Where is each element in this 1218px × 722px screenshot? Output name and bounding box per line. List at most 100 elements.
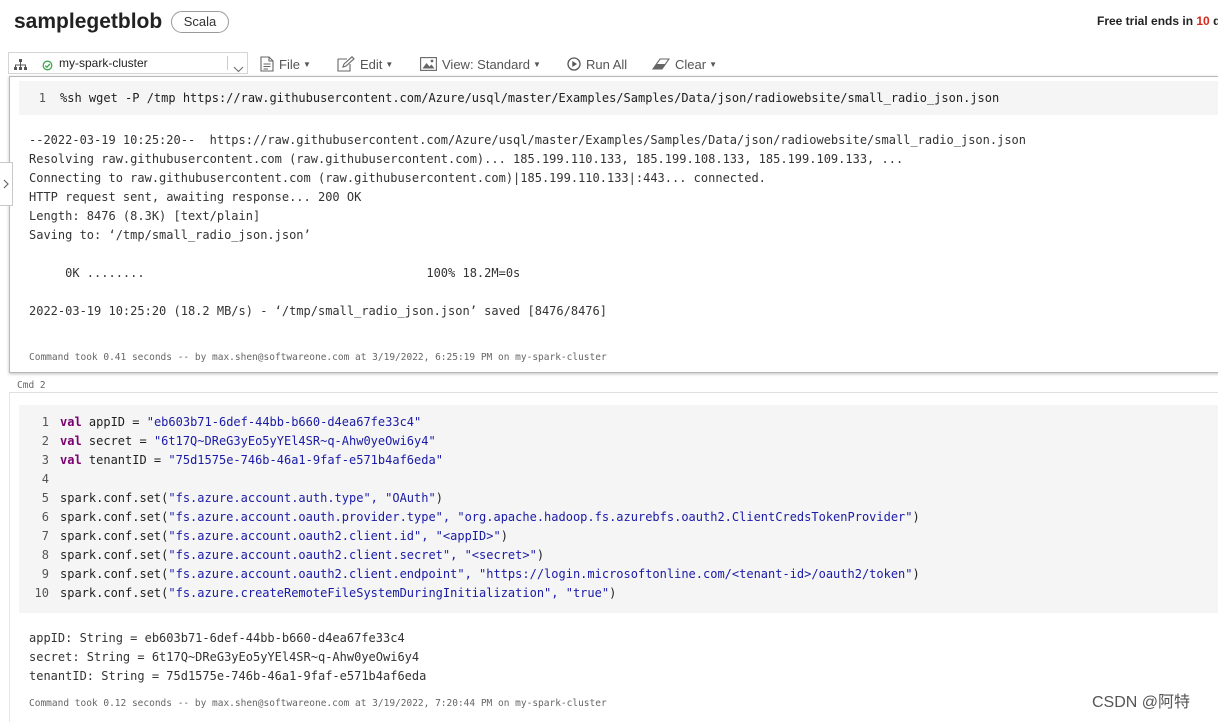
view-menu-label: View: Standard [442,56,530,72]
string-literal: "fs.azure.account.oauth2.client.secret",… [168,548,537,562]
code-editor-1[interactable]: 1 %sh wget -P /tmp https://raw.githubuser… [19,81,1218,115]
line-number: 9 [41,567,49,581]
run-all-label: Run All [586,56,628,72]
code-token: spark.conf.set( [60,548,169,562]
code-token: spark.conf.set( [60,491,169,505]
cluster-name: my-spark-cluster [59,56,148,70]
edit-menu-label: Edit [360,56,383,72]
line-number: 4 [41,472,49,486]
trial-days: 10 [1196,14,1210,28]
caret-down-icon: ▼ [532,59,541,69]
line-number: 7 [41,529,49,543]
code-token: spark.conf.set( [60,529,169,543]
code-text: val appID = "eb603b71-6def-44bb-b660-d4e… [60,413,421,432]
line-number: 5 [41,491,49,505]
keyword: val [60,453,82,467]
cmd-label: Cmd 2 [17,380,46,391]
notebook-title[interactable]: samplegetblob [14,10,162,34]
output-line: --2022-03-19 10:25:20-- https://raw.gith… [29,133,1026,147]
trial-suffix: d [1213,14,1218,28]
caret-down-icon: ▼ [709,59,717,69]
line-number: 3 [41,453,49,467]
edit-menu[interactable]: Edit ▼ [337,55,393,73]
csdn-watermark: CSDN @阿特 [1092,694,1191,711]
output-line: appID: String = eb603b71-6def-44bb-b660-… [29,631,405,645]
code-text: %sh wget -P /tmp https://raw.githubuserc… [60,91,1000,105]
string-literal: "fs.azure.account.auth.type", "OAuth" [168,491,436,505]
code-token: ) [609,586,617,600]
code-token: ) [912,567,920,581]
file-menu[interactable]: File ▼ [260,55,311,73]
code-token: ) [536,548,545,562]
command-took-2: Command took 0.12 seconds -- by max.shen… [29,698,607,709]
string-literal: "75d1575e-746b-46a1-9faf-e571b4af6eda" [168,453,443,467]
cluster-running-icon [42,57,53,77]
file-menu-label: File [279,56,300,72]
edit-icon [337,56,355,72]
keyword: val [60,434,82,448]
play-icon [567,57,581,71]
code-text: spark.conf.set("fs.azure.account.oauth.p… [60,508,920,527]
line-number: 8 [41,548,49,562]
code-token: ) [912,510,920,524]
string-literal: "fs.azure.createRemoteFileSystemDuringIn… [168,586,610,600]
cluster-selector[interactable]: my-spark-cluster [8,52,248,74]
code-token: tenantID = [81,453,169,467]
line-number: 10 [34,586,49,600]
code-token: ) [435,491,443,505]
code-text: spark.conf.set("fs.azure.account.oauth2.… [60,527,508,546]
string-literal: "fs.azure.account.oauth2.client.id", "<a… [168,529,501,543]
output-line: Length: 8476 (8.3K) [text/plain] [29,209,261,223]
trial-prefix: Free trial ends in [1097,14,1197,28]
output-line: Saving to: ‘/tmp/small_radio_json.json’ [29,228,311,242]
code-token: spark.conf.set( [60,567,169,581]
output-line: HTTP request sent, awaiting response... … [29,190,362,204]
chevron-right-icon [3,179,9,189]
clear-menu[interactable]: Clear ▼ [652,55,717,73]
cell-output-2: appID: String = eb603b71-6def-44bb-b660-… [29,629,426,685]
code-text: spark.conf.set("fs.azure.createRemoteFil… [60,584,616,603]
output-line: 2022-03-19 10:25:20 (18.2 MB/s) - ‘/tmp/… [29,304,607,318]
line-number: 2 [41,434,49,448]
image-view-icon [420,57,437,71]
string-literal: "fs.azure.account.oauth2.client.endpoint… [168,567,913,581]
cluster-divider [227,56,228,70]
clear-menu-label: Clear [675,56,707,72]
view-menu[interactable]: View: Standard ▼ [420,55,541,73]
notebook-cell-1[interactable]: 1 %sh wget -P /tmp https://raw.githubuser… [9,76,1218,373]
command-took-1: Command took 0.41 seconds -- by max.shen… [29,352,607,363]
code-token: ) [500,529,508,543]
code-text: val secret = "6t17Q~DReG3yEo5yYEl4SR~q-A… [60,432,436,451]
output-line: 0K ........ 100% 18.2M=0s [29,266,521,280]
code-token: spark.conf.set( [60,586,169,600]
cluster-tree-icon [14,57,27,77]
caret-down-icon: ▼ [302,59,311,69]
cell-output-1: --2022-03-19 10:25:20-- https://raw.gith… [29,131,1026,318]
string-literal: "6t17Q~DReG3yEo5yYEl4SR~q-Ahw0yeOwi6y4" [153,434,436,448]
code-text: spark.conf.set("fs.azure.account.auth.ty… [60,489,443,508]
line-number: 1 [38,91,46,105]
code-text: val tenantID = "75d1575e-746b-46a1-9faf-… [60,451,443,470]
language-badge[interactable]: Scala [171,11,229,33]
line-number: 6 [41,510,49,524]
code-text: spark.conf.set("fs.azure.account.oauth2.… [60,565,920,584]
code-editor-2[interactable]: 1 val appID = "eb603b71-6def-44bb-b660-d4… [19,405,1218,613]
output-line: Resolving raw.githubusercontent.com (raw… [29,152,904,166]
caret-down-icon: ▼ [385,59,394,69]
keyword: val [60,415,82,429]
code-text: spark.conf.set("fs.azure.account.oauth2.… [60,546,544,565]
output-line: secret: String = 6t17Q~DReG3yEo5yYEl4SR~… [29,650,420,664]
expand-sidebar-button[interactable] [0,162,13,206]
string-literal: "fs.azure.account.oauth.provider.type", … [168,510,913,524]
output-line: tenantID: String = 75d1575e-746b-46a1-9f… [29,669,427,683]
code-token: appID = [81,415,147,429]
file-icon [260,56,274,72]
notebook-cell-2[interactable]: 1 val appID = "eb603b71-6def-44bb-b660-d4… [9,392,1218,722]
line-number: 1 [41,415,49,429]
trial-notice: Free trial ends in 10 d [1097,14,1218,28]
code-token: secret = [81,434,154,448]
string-literal: "eb603b71-6def-44bb-b660-d4ea67fe33c4" [146,415,422,429]
run-all-button[interactable]: Run All [567,55,627,73]
code-token: spark.conf.set( [60,510,169,524]
eraser-icon [652,58,670,70]
